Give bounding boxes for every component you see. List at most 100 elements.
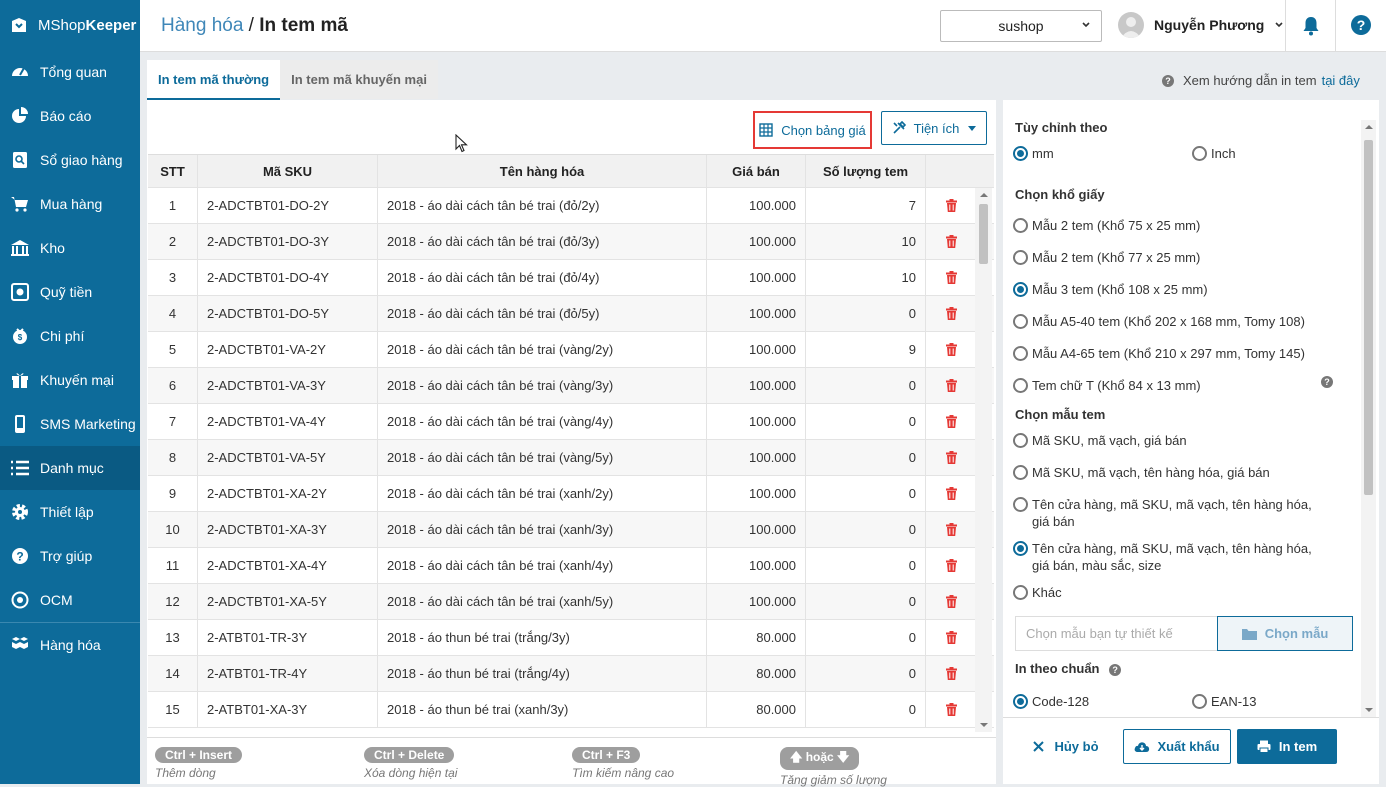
scroll-down-arrow[interactable] xyxy=(980,723,988,727)
col-header-sku[interactable]: Mã SKU xyxy=(198,155,378,187)
tab-normal-labels[interactable]: In tem mã thường xyxy=(147,60,281,100)
template-radio-2[interactable]: Mã SKU, mã vạch, tên hàng hóa, giá bán xyxy=(1013,464,1323,481)
guide-here-link[interactable]: tại đây xyxy=(1322,73,1360,88)
radio-button[interactable] xyxy=(1013,282,1028,297)
table-row[interactable]: 14 2-ATBT01-TR-4Y 2018 - áo thun bé trai (… xyxy=(148,656,994,692)
bell-icon[interactable] xyxy=(1302,16,1320,36)
scroll-up-arrow[interactable] xyxy=(980,193,988,197)
scrollbar-thumb[interactable] xyxy=(1364,140,1373,495)
sidebar-item-8[interactable]: Khuyến mại xyxy=(0,358,140,402)
paper-radio-5[interactable]: Mẫu A4-65 tem (Khổ 210 x 297 mm, Tomy 14… xyxy=(1013,345,1305,362)
sidebar-item-2[interactable]: Báo cáo xyxy=(0,94,140,138)
table-row[interactable]: 2 2-ADCTBT01-DO-3Y 2018 - áo dài cách tân … xyxy=(148,224,994,260)
cell-quantity[interactable]: 0 xyxy=(806,512,926,547)
cell-quantity[interactable]: 0 xyxy=(806,584,926,619)
sidebar-item-11[interactable]: Thiết lập xyxy=(0,490,140,534)
col-header-price[interactable]: Giá bán xyxy=(707,155,806,187)
delete-row-button[interactable] xyxy=(926,224,976,259)
cell-quantity[interactable]: 0 xyxy=(806,692,926,727)
sidebar-item-1[interactable]: Tổng quan xyxy=(0,50,140,94)
tab-promo-labels[interactable]: In tem mã khuyến mại xyxy=(280,60,438,99)
col-header-stt[interactable]: STT xyxy=(148,155,198,187)
table-row[interactable]: 15 2-ATBT01-XA-3Y 2018 - áo thun bé trai (… xyxy=(148,692,994,728)
cell-quantity[interactable]: 0 xyxy=(806,440,926,475)
paper-radio-2[interactable]: Mẫu 2 tem (Khổ 77 x 25 mm) xyxy=(1013,249,1200,266)
export-button[interactable]: Xuất khẩu xyxy=(1123,729,1231,764)
radio-button[interactable] xyxy=(1013,541,1028,556)
paper-radio-1[interactable]: Mẫu 2 tem (Khổ 75 x 25 mm) xyxy=(1013,217,1200,234)
table-row[interactable]: 1 2-ADCTBT01-DO-2Y 2018 - áo dài cách tân … xyxy=(148,188,994,224)
radio-button[interactable] xyxy=(1013,465,1028,480)
cell-quantity[interactable]: 0 xyxy=(806,476,926,511)
breadcrumb-parent[interactable]: Hàng hóa xyxy=(161,15,243,36)
shop-select[interactable]: sushop xyxy=(940,10,1102,42)
sidebar-item-6[interactable]: Quỹ tiền xyxy=(0,270,140,314)
paper-radio-4[interactable]: Mẫu A5-40 tem (Khổ 202 x 168 mm, Tomy 10… xyxy=(1013,313,1305,330)
delete-row-button[interactable] xyxy=(926,404,976,439)
delete-row-button[interactable] xyxy=(926,512,976,547)
radio-button[interactable] xyxy=(1192,694,1207,709)
table-row[interactable]: 5 2-ADCTBT01-VA-2Y 2018 - áo dài cách tân … xyxy=(148,332,994,368)
scroll-up-arrow[interactable] xyxy=(1365,125,1373,129)
delete-row-button[interactable] xyxy=(926,296,976,331)
table-row[interactable]: 3 2-ADCTBT01-DO-4Y 2018 - áo dài cách tân … xyxy=(148,260,994,296)
unit-radio-inch[interactable]: Inch xyxy=(1192,145,1236,162)
delete-row-button[interactable] xyxy=(926,620,976,655)
radio-button[interactable] xyxy=(1013,346,1028,361)
table-row[interactable]: 11 2-ADCTBT01-XA-4Y 2018 - áo dài cách tân… xyxy=(148,548,994,584)
template-radio-3[interactable]: Tên cửa hàng, mã SKU, mã vạch, tên hàng … xyxy=(1013,496,1323,530)
cell-quantity[interactable]: 0 xyxy=(806,620,926,655)
radio-button[interactable] xyxy=(1013,314,1028,329)
sidebar-item-4[interactable]: Mua hàng xyxy=(0,182,140,226)
cell-quantity[interactable]: 0 xyxy=(806,548,926,583)
paper-radio-3[interactable]: Mẫu 3 tem (Khổ 108 x 25 mm) xyxy=(1013,281,1208,298)
delete-row-button[interactable] xyxy=(926,188,976,223)
cell-quantity[interactable]: 10 xyxy=(806,224,926,259)
print-labels-button[interactable]: In tem xyxy=(1237,729,1337,764)
radio-button[interactable] xyxy=(1013,378,1028,393)
delete-row-button[interactable] xyxy=(926,548,976,583)
cell-quantity[interactable]: 0 xyxy=(806,404,926,439)
delete-row-button[interactable] xyxy=(926,584,976,619)
cell-quantity[interactable]: 7 xyxy=(806,188,926,223)
question-icon[interactable]: ? xyxy=(1109,664,1122,676)
sidebar-item-3[interactable]: Sổ giao hàng xyxy=(0,138,140,182)
cell-quantity[interactable]: 0 xyxy=(806,296,926,331)
table-row[interactable]: 9 2-ADCTBT01-XA-2Y 2018 - áo dài cách tân … xyxy=(148,476,994,512)
col-header-quantity[interactable]: Số lượng tem xyxy=(806,155,926,187)
paper-radio-6[interactable]: Tem chữ T (Khổ 84 x 13 mm) xyxy=(1013,377,1201,394)
utilities-dropdown[interactable]: Tiện ích xyxy=(881,111,987,145)
unit-radio-mm[interactable]: mm xyxy=(1013,145,1054,162)
delete-row-button[interactable] xyxy=(926,656,976,691)
sidebar-item-10[interactable]: Danh mục xyxy=(0,446,140,490)
cell-quantity[interactable]: 9 xyxy=(806,332,926,367)
delete-row-button[interactable] xyxy=(926,692,976,727)
choose-template-button[interactable]: Chọn mẫu xyxy=(1217,616,1353,651)
delete-row-button[interactable] xyxy=(926,368,976,403)
custom-template-input[interactable] xyxy=(1015,616,1218,651)
table-scrollbar[interactable] xyxy=(975,188,992,732)
radio-button[interactable] xyxy=(1013,146,1028,161)
delete-row-button[interactable] xyxy=(926,332,976,367)
radio-button[interactable] xyxy=(1013,694,1028,709)
scrollbar-thumb[interactable] xyxy=(979,204,988,264)
table-row[interactable]: 10 2-ADCTBT01-XA-3Y 2018 - áo dài cách tân… xyxy=(148,512,994,548)
delete-row-button[interactable] xyxy=(926,440,976,475)
radio-button[interactable] xyxy=(1013,497,1028,512)
cell-quantity[interactable]: 0 xyxy=(806,368,926,403)
table-row[interactable]: 8 2-ADCTBT01-VA-5Y 2018 - áo dài cách tân … xyxy=(148,440,994,476)
sidebar-item-13[interactable]: OCM xyxy=(0,578,140,622)
standard-radio-code128[interactable]: Code-128 xyxy=(1013,693,1089,710)
sidebar-item-5[interactable]: Kho xyxy=(0,226,140,270)
table-row[interactable]: 6 2-ADCTBT01-VA-3Y 2018 - áo dài cách tân … xyxy=(148,368,994,404)
radio-button[interactable] xyxy=(1013,585,1028,600)
app-logo[interactable]: MShop Keeper xyxy=(0,0,140,50)
help-icon[interactable]: ? xyxy=(1351,15,1371,35)
delete-row-button[interactable] xyxy=(926,476,976,511)
template-radio-4[interactable]: Tên cửa hàng, mã SKU, mã vạch, tên hàng … xyxy=(1013,540,1323,574)
cell-quantity[interactable]: 0 xyxy=(806,656,926,691)
table-row[interactable]: 12 2-ADCTBT01-XA-5Y 2018 - áo dài cách tân… xyxy=(148,584,994,620)
sidebar-item-7[interactable]: $ Chi phí xyxy=(0,314,140,358)
radio-button[interactable] xyxy=(1013,250,1028,265)
template-radio-1[interactable]: Mã SKU, mã vạch, giá bán xyxy=(1013,432,1323,449)
